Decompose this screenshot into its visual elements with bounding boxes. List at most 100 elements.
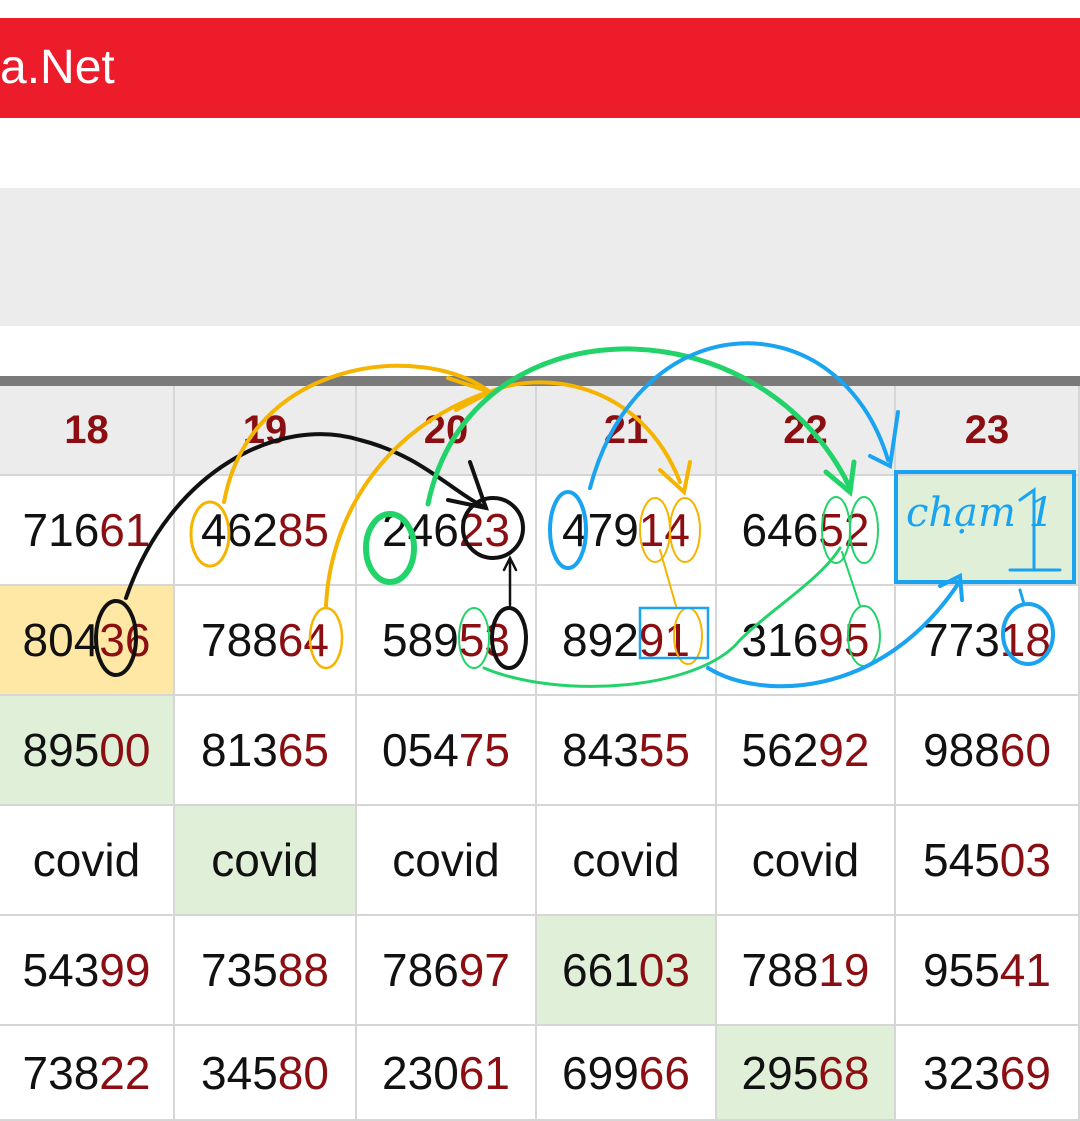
number-last-two-digits: 85	[277, 504, 329, 556]
number-prefix: 661	[562, 944, 639, 996]
result-number: 31695	[742, 613, 870, 667]
column-header-21: 21	[537, 386, 717, 476]
number-prefix: 545	[923, 834, 1000, 886]
table-cell: 89291	[537, 586, 717, 696]
number-prefix: 786	[382, 944, 459, 996]
number-prefix: 892	[562, 614, 639, 666]
number-last-two-digits: 14	[638, 504, 690, 556]
table-cell: 98860	[896, 696, 1080, 806]
table-cell: 80436	[0, 586, 175, 696]
result-number: 77318	[923, 613, 1051, 667]
number-prefix: 246	[382, 504, 459, 556]
number-prefix: 788	[741, 944, 819, 996]
number-last-two-digits: 69	[999, 1046, 1051, 1099]
table-cell: 78864	[175, 586, 357, 696]
table-cell: covid	[537, 806, 717, 916]
result-number: 56292	[742, 723, 870, 777]
result-number: 47914	[562, 503, 690, 557]
number-last-two-digits: 55	[638, 724, 690, 776]
cell-text: covid	[392, 834, 500, 886]
result-number: 46285	[201, 503, 329, 557]
table-cell: 64652	[717, 476, 896, 586]
result-number: 58953	[382, 613, 510, 667]
cell-text: covid	[211, 834, 319, 886]
table-cell: covid	[175, 806, 357, 916]
number-last-two-digits: 19	[818, 944, 870, 996]
table-row: 89500 81365 05475 84355 56292 98860	[0, 696, 1080, 806]
number-last-two-digits: 61	[99, 504, 151, 556]
number-prefix: 804	[22, 614, 100, 666]
table-cell: 81365	[175, 696, 357, 806]
result-number: 73822	[23, 1046, 151, 1100]
table-cell: 47914	[537, 476, 717, 586]
result-number: 54503	[923, 833, 1051, 887]
table-cell: 73588	[175, 916, 357, 1026]
app-header: a.Net	[0, 18, 1080, 118]
number-last-two-digits: 18	[999, 614, 1051, 666]
number-prefix: 462	[201, 504, 278, 556]
table-cell: 54503	[896, 806, 1080, 916]
number-prefix: 735	[201, 944, 278, 996]
result-number: 78864	[201, 613, 329, 667]
table-cell: covid	[357, 806, 537, 916]
number-prefix: 295	[741, 1046, 819, 1099]
result-number: 34580	[201, 1046, 329, 1100]
number-last-two-digits: 68	[818, 1046, 870, 1099]
result-number: 71661	[23, 503, 151, 557]
number-prefix: 230	[382, 1046, 459, 1099]
result-number: 73588	[201, 943, 329, 997]
number-last-two-digits: 97	[458, 944, 510, 996]
table-cell: 77318	[896, 586, 1080, 696]
result-number: 95541	[923, 943, 1051, 997]
table-cell: covid	[717, 806, 896, 916]
result-number: 80436	[23, 613, 151, 667]
number-last-two-digits: 22	[99, 1046, 151, 1099]
ad-banner-area	[0, 188, 1080, 326]
result-number: 66103	[562, 943, 690, 997]
number-prefix: 788	[201, 614, 278, 666]
cell-text: covid	[751, 834, 860, 886]
result-number: 54399	[23, 943, 151, 997]
number-last-two-digits: 61	[458, 1046, 510, 1099]
table-cell: 56292	[717, 696, 896, 806]
number-prefix: 323	[923, 1046, 1000, 1099]
result-number: 32369	[923, 1046, 1051, 1100]
site-title[interactable]: a.Net	[0, 40, 115, 95]
column-header-19: 19	[175, 386, 357, 476]
table-cell: 31695	[717, 586, 896, 696]
number-last-two-digits: 75	[458, 724, 510, 776]
column-header-22: 22	[717, 386, 896, 476]
result-number: 24623	[382, 503, 510, 557]
number-last-two-digits: 80	[277, 1046, 329, 1099]
number-last-two-digits: 95	[818, 614, 870, 666]
result-number: 84355	[562, 723, 690, 777]
number-prefix: 955	[923, 944, 1000, 996]
number-last-two-digits: 53	[458, 614, 510, 666]
table-cell: 54399	[0, 916, 175, 1026]
number-last-two-digits: 36	[99, 614, 151, 666]
number-prefix: 843	[562, 724, 639, 776]
table-cell: 89500	[0, 696, 175, 806]
number-last-two-digits: 91	[638, 614, 690, 666]
number-last-two-digits: 64	[277, 614, 329, 666]
table-cell: 58953	[357, 586, 537, 696]
table-cell: 23061	[357, 1026, 537, 1121]
number-last-two-digits: 52	[818, 504, 870, 556]
table-cell: 66103	[537, 916, 717, 1026]
number-prefix: 543	[22, 944, 100, 996]
annotated-cell	[896, 476, 1080, 586]
column-header-20: 20	[357, 386, 537, 476]
number-last-two-digits: 03	[638, 944, 690, 996]
number-prefix: 479	[562, 504, 639, 556]
table-header-row: 18 19 20 21 22 23	[0, 386, 1080, 476]
result-number: 78819	[742, 943, 870, 997]
table-row: 54399 73588 78697 66103 78819 95541	[0, 916, 1080, 1026]
table-row: 73822 34580 23061 69966 29568 32369	[0, 1026, 1080, 1121]
number-prefix: 716	[22, 504, 100, 556]
number-last-two-digits: 88	[277, 944, 329, 996]
number-prefix: 316	[741, 614, 819, 666]
result-number: 78697	[382, 943, 510, 997]
result-number: 05475	[382, 723, 510, 777]
number-prefix: 813	[201, 724, 278, 776]
cell-text: covid	[32, 834, 141, 886]
